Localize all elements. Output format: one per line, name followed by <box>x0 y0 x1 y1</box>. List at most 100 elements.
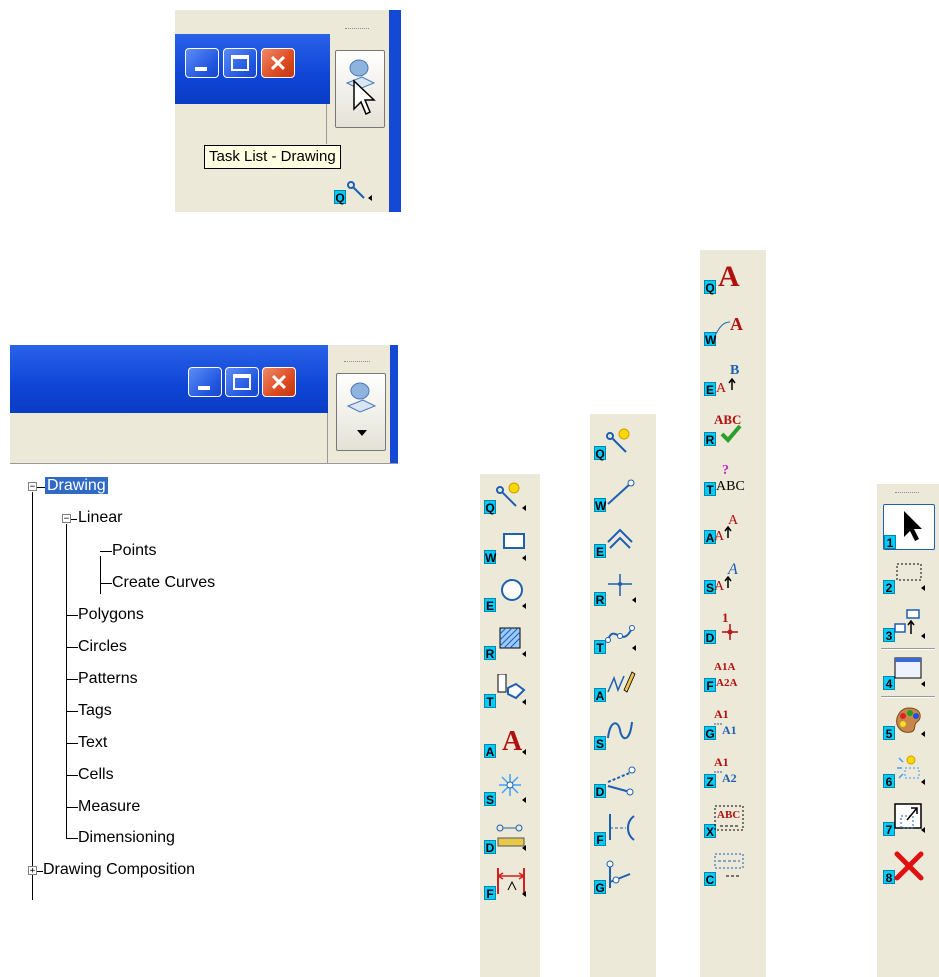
svg-text:A1A: A1A <box>714 661 735 673</box>
toolbar-drawing: Q W E R T A A S D F <box>480 474 540 977</box>
task-list-icon <box>346 382 377 413</box>
tool-scale[interactable]: 7 <box>883 802 927 837</box>
tool-view[interactable]: 4 <box>883 656 927 691</box>
edit-text-icon: AB <box>716 363 739 394</box>
tool-palette[interactable]: 5 <box>883 706 927 741</box>
tool-modify[interactable]: D <box>594 764 638 799</box>
close-button[interactable]: ✕ <box>261 48 295 78</box>
tool-spell-check[interactable]: R ABC <box>704 412 748 447</box>
flyout-arrow-icon <box>921 585 925 591</box>
tool-text-frame[interactable]: X ABC <box>704 804 748 839</box>
text-node-icon: A1AA2A <box>714 661 737 689</box>
window-body <box>175 104 327 144</box>
expand-icon[interactable]: + <box>28 866 37 876</box>
tree-item-circles[interactable]: Circles <box>78 637 127 657</box>
tool-delete[interactable]: 8 <box>883 850 927 885</box>
tooltip: Task List - Drawing <box>204 145 341 169</box>
tool-rectangle[interactable]: W <box>484 530 528 565</box>
tree-item-polygons[interactable]: Polygons <box>78 605 144 625</box>
dock-grip[interactable] <box>345 28 369 31</box>
tool-edit-text[interactable]: E AB <box>704 362 748 397</box>
tree-item-dimensioning[interactable]: Dimensioning <box>78 828 175 848</box>
tree-item-cells[interactable]: Cells <box>78 765 114 785</box>
tool-increment-text[interactable]: D 1 <box>704 610 748 645</box>
tree-item-create-curves[interactable]: Create Curves <box>112 573 215 593</box>
cursor-icon <box>353 79 376 116</box>
tool-dimension[interactable]: F <box>484 866 528 901</box>
place-text-icon: A <box>718 260 740 292</box>
tool-group[interactable]: 3 <box>883 608 927 643</box>
flyout-arrow-icon <box>368 195 372 201</box>
task-list-button[interactable] <box>336 373 386 451</box>
tool-point[interactable]: S <box>484 772 528 807</box>
tree-item-tags[interactable]: Tags <box>78 701 112 721</box>
tool-text[interactable]: A A <box>484 724 528 759</box>
tool-text-node[interactable]: F A1A A2A <box>704 658 748 693</box>
tool-empty-field[interactable]: C <box>704 852 748 887</box>
task-header <box>10 413 328 463</box>
tool-selection[interactable]: 1 <box>883 504 935 550</box>
minimize-button[interactable] <box>188 367 222 397</box>
minimize-button[interactable] <box>185 48 219 78</box>
tool-element-selection[interactable]: Q <box>484 480 528 515</box>
task-window: ✕ − Drawing − Linear Points Create Curve… <box>10 345 398 977</box>
collapse-icon[interactable]: − <box>62 514 71 524</box>
collapse-icon[interactable]: − <box>28 482 37 492</box>
tool-freehand[interactable]: A <box>594 668 638 703</box>
line-icon <box>607 479 635 505</box>
task-list-button[interactable] <box>335 50 385 128</box>
tool-point[interactable]: R <box>594 572 638 607</box>
tree-item-text[interactable]: Text <box>78 733 107 753</box>
svg-text:ABC: ABC <box>716 479 745 494</box>
tool-curve[interactable]: T <box>594 620 638 655</box>
tree-item-points[interactable]: Points <box>112 541 156 561</box>
tool-pattern[interactable]: R <box>484 626 528 661</box>
tool-arc-line[interactable]: F <box>594 812 638 847</box>
tool-smart-select[interactable]: 6 <box>883 754 927 789</box>
dock-tool-q[interactable]: Q <box>334 176 374 205</box>
svg-text:?: ? <box>722 463 729 478</box>
tree-item-drawing[interactable]: Drawing <box>44 476 109 496</box>
flyout-arrow-icon <box>921 633 925 639</box>
svg-text:A: A <box>716 381 727 394</box>
toolbar-separator <box>881 696 935 698</box>
tool-copy-text[interactable]: S AA <box>704 560 748 595</box>
tool-connect[interactable]: G <box>594 860 638 895</box>
tool-element-selection[interactable]: Q <box>594 426 638 461</box>
tool-place-text[interactable]: Q A <box>704 260 748 295</box>
tree-item-measure[interactable]: Measure <box>78 797 140 817</box>
text-frame-icon: ABC <box>714 805 744 831</box>
dock-grip[interactable] <box>344 361 370 364</box>
tool-tag[interactable]: T <box>484 674 528 709</box>
tree-line <box>66 743 78 744</box>
maximize-button[interactable] <box>223 48 257 78</box>
flyout-arrow-icon <box>522 555 526 561</box>
tool-text-along[interactable]: W A <box>704 312 748 347</box>
find-text-icon: ?ABC <box>716 463 745 494</box>
connect-icon <box>606 860 631 888</box>
close-button[interactable]: ✕ <box>262 367 296 397</box>
tool-text-attributes[interactable]: A AA <box>704 510 748 545</box>
chevron-down-icon <box>357 430 367 436</box>
tool-smartline[interactable]: E <box>594 524 638 559</box>
maximize-icon <box>231 55 249 71</box>
toolbar-grip[interactable] <box>895 492 919 495</box>
tree-item-linear[interactable]: Linear <box>78 508 122 528</box>
svg-text:A2: A2 <box>722 771 737 785</box>
tool-fence[interactable]: 2 <box>883 560 927 595</box>
tree-item-drawing-composition[interactable]: Drawing Composition <box>43 860 195 880</box>
tool-measure[interactable]: D <box>484 820 528 855</box>
tool-circle[interactable]: E <box>484 578 528 613</box>
tree-line <box>66 807 78 808</box>
flyout-arrow-icon <box>921 681 925 687</box>
spell-check-icon: ABC <box>714 412 742 443</box>
tool-bspline[interactable]: S <box>594 716 638 751</box>
tool-find-text[interactable]: T ? ABC <box>704 462 748 497</box>
tool-copy-number[interactable]: G A1 A1 <box>704 706 748 741</box>
tool-increment-number[interactable]: Z A1 A2 <box>704 754 748 789</box>
svg-text:A: A <box>502 726 523 756</box>
tool-line[interactable]: W <box>594 478 638 513</box>
tree-item-patterns[interactable]: Patterns <box>78 669 138 689</box>
copy-text-icon: AA <box>714 561 738 592</box>
maximize-button[interactable] <box>225 367 259 397</box>
